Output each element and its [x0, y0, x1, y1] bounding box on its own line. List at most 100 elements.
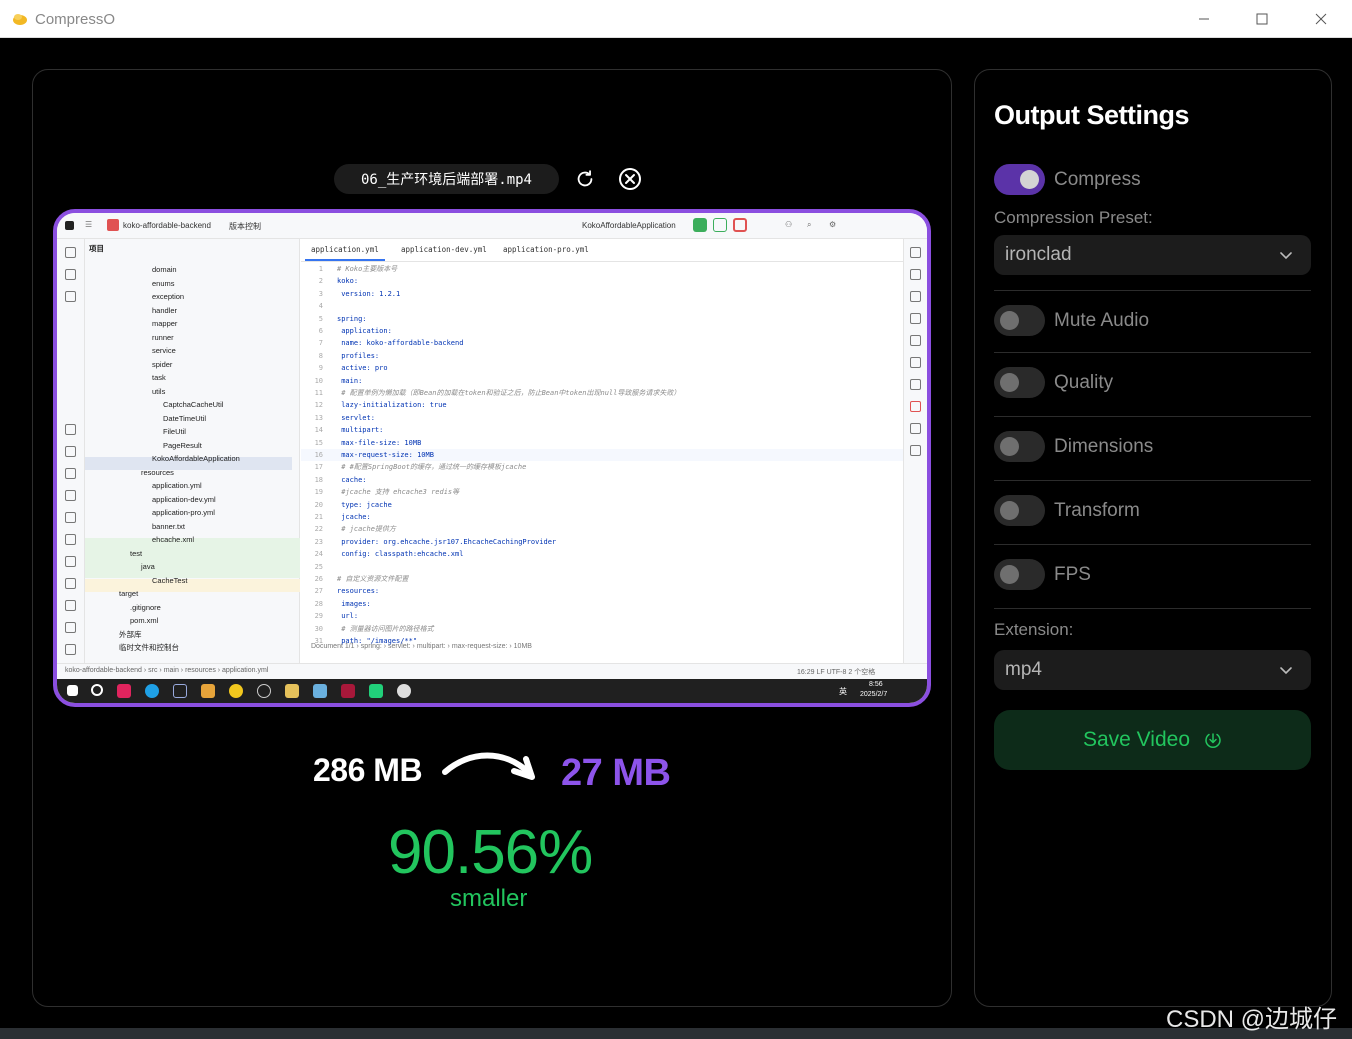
tree-item[interactable]: KokoAffordableApplication [152, 452, 240, 465]
status-right: 16:29 LF UTF-8 2 个空格 [797, 669, 876, 676]
obs-icon [257, 684, 271, 698]
ai-assistant-icon [910, 269, 921, 280]
tree-item[interactable]: test [130, 547, 142, 560]
tree-item[interactable]: runner [152, 331, 174, 344]
code-text: name: koko-affordable-backend [337, 339, 464, 348]
tree-item[interactable]: ehcache.xml [152, 533, 194, 546]
taskbar-app-icon [117, 684, 131, 698]
line-number: 22 [314, 525, 323, 534]
tree-item[interactable]: handler [152, 304, 177, 317]
code-line: 23 provider: org.ehcache.jsr107.EhcacheC… [301, 536, 903, 548]
tree-item[interactable]: java [141, 560, 155, 573]
plugin-icon [910, 335, 921, 346]
reload-icon[interactable] [574, 168, 596, 190]
dimensions-label: Dimensions [1054, 436, 1154, 457]
code-text: url: [337, 612, 359, 621]
maximize-button[interactable] [1233, 0, 1291, 38]
divider [994, 416, 1311, 417]
code-line: 15 max-file-size: 10MB [301, 437, 903, 449]
tree-item[interactable]: CacheTest [152, 574, 187, 587]
minimize-button[interactable] [1175, 0, 1233, 38]
tree-item[interactable]: utils [152, 385, 165, 398]
database-icon [65, 512, 76, 523]
tree-item[interactable]: resources [141, 466, 174, 479]
line-number: 24 [314, 550, 323, 559]
tree-item[interactable]: 外部库 [119, 628, 142, 641]
ide-run-config: KokoAffordableApplication [582, 221, 676, 230]
extension-select[interactable]: mp4 [994, 650, 1311, 690]
folder-icon [65, 247, 76, 258]
title-bar: CompressO [0, 0, 1352, 38]
line-number: 9 [318, 364, 323, 373]
ide-vcs-label: 版本控制 [229, 222, 261, 231]
user-icon: ⚇ [785, 220, 793, 229]
divider [994, 544, 1311, 545]
code-line: 25 [301, 561, 903, 573]
code-line: 4 [301, 300, 903, 312]
quality-toggle[interactable] [994, 367, 1045, 398]
tree-item[interactable]: application-pro.yml [152, 506, 215, 519]
code-text: servlet: [337, 413, 375, 422]
editor-tab[interactable]: application-dev.yml [395, 239, 493, 261]
git-icon [65, 446, 76, 457]
status-path: koko-affordable-backend › src › main › r… [65, 667, 269, 674]
file-name-pill: 06_生产环境后端部署.mp4 [334, 164, 559, 194]
problems-icon [65, 622, 76, 633]
line-number: 3 [318, 289, 323, 298]
remove-file-icon[interactable] [618, 167, 642, 191]
tree-item[interactable]: target [119, 587, 138, 600]
ide-search-icon: ⌕ [807, 220, 812, 229]
taskbar-tool-icon [201, 684, 215, 698]
tree-item[interactable]: PageResult [163, 439, 202, 452]
editor-tab[interactable]: application.yml [305, 239, 385, 261]
line-number: 12 [314, 401, 323, 410]
tree-item[interactable]: pom.xml [130, 614, 158, 627]
preset-label: Compression Preset: [994, 208, 1153, 227]
close-window-button[interactable] [1292, 0, 1350, 38]
dimensions-toggle[interactable] [994, 431, 1045, 462]
transform-toggle[interactable] [994, 495, 1045, 526]
chat-icon [397, 684, 411, 698]
code-text: koko: [337, 277, 359, 286]
save-video-button[interactable]: Save Video [994, 710, 1311, 770]
tree-item[interactable]: mapper [152, 317, 177, 330]
tree-item[interactable]: exception [152, 290, 184, 303]
tree-item[interactable]: FileUtil [163, 425, 186, 438]
code-editor: application.yml application-dev.yml appl… [301, 239, 903, 663]
taskbar-search-icon [91, 684, 103, 696]
tree-item[interactable]: enums [152, 277, 175, 290]
code-text: # 测量器访问图片的路径格式 [337, 624, 434, 633]
code-line: 10 main: [301, 375, 903, 387]
preset-select[interactable]: ironclad [994, 235, 1311, 275]
maven-icon [910, 313, 921, 324]
tree-item[interactable]: spider [152, 358, 172, 371]
project-badge-icon [107, 219, 119, 231]
tree-item[interactable]: 临时文件和控制台 [119, 641, 179, 654]
code-line: 28 images: [301, 598, 903, 610]
tree-item[interactable]: application.yml [152, 479, 202, 492]
editor-tab[interactable]: application-pro.yml [497, 239, 595, 261]
copilot-icon [910, 445, 921, 456]
tree-item[interactable]: service [152, 344, 176, 357]
translate-icon [910, 423, 921, 434]
tree-item[interactable]: application-dev.yml [152, 493, 216, 506]
tree-item[interactable]: .gitignore [130, 601, 161, 614]
fps-toggle[interactable] [994, 559, 1045, 590]
taskbar-app2-icon [229, 684, 243, 698]
code-line: 14 multipart: [301, 424, 903, 436]
tree-item[interactable]: DateTimeUtil [163, 412, 206, 425]
ide-status-bar: koko-affordable-backend › src › main › r… [57, 663, 927, 679]
code-text: # Koko主要版本号 [337, 265, 398, 273]
tree-item[interactable]: banner.txt [152, 520, 185, 533]
line-number: 25 [314, 562, 323, 571]
line-number: 26 [314, 575, 323, 583]
tree-item[interactable]: CaptchaCacheUtil [163, 398, 223, 411]
mute-audio-toggle[interactable] [994, 305, 1045, 336]
line-number: 10 [314, 376, 323, 385]
compress-toggle[interactable] [994, 164, 1045, 195]
file-explorer-icon [285, 684, 299, 698]
code-text: max-request-size: 10MB [337, 451, 434, 459]
tree-item[interactable]: domain [152, 263, 177, 276]
tree-item[interactable]: task [152, 371, 166, 384]
quality-label: Quality [1054, 372, 1114, 393]
